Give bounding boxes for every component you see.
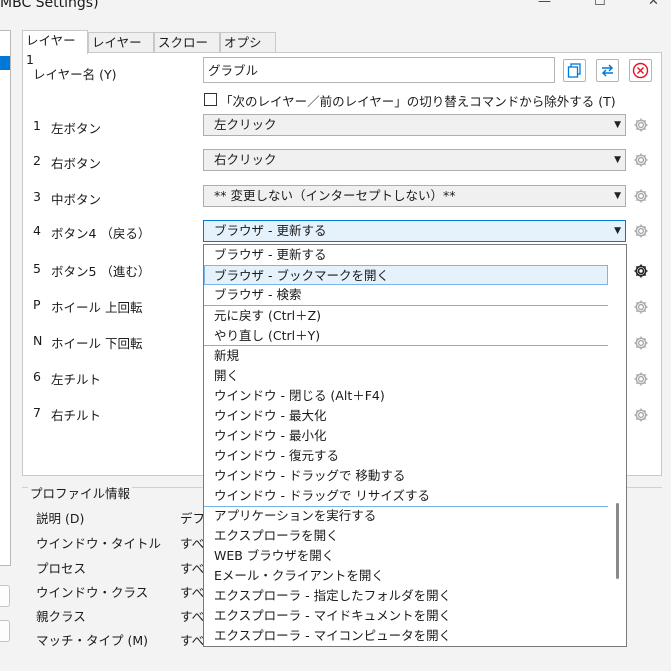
profile-process-value: すべ [180, 561, 205, 576]
layer-name-input[interactable]: グラブル [203, 57, 555, 83]
profile-match-type-value: すべ [180, 633, 205, 648]
swap-icon [601, 64, 614, 77]
chevron-down-icon: ▼ [614, 226, 621, 236]
delete-layer-button[interactable] [629, 59, 652, 82]
window-title: MBC Settings) [0, 0, 99, 11]
dropdown-item[interactable]: ウインドウ - ドラッグで リサイズする [204, 486, 608, 506]
button-2-number: 2 [33, 153, 41, 168]
copy-layer-button[interactable] [563, 59, 586, 82]
tab-options[interactable]: オプション [220, 32, 276, 69]
profile-list-selected-item[interactable] [0, 56, 10, 70]
gear-icon[interactable] [633, 335, 649, 351]
dropdown-item[interactable]: Eメール・クライアントを開く [204, 566, 608, 586]
exclude-checkbox[interactable] [204, 93, 217, 106]
gear-icon[interactable] [633, 117, 649, 133]
chevron-down-icon: ▼ [614, 155, 621, 165]
close-icon[interactable]: ✕ [648, 0, 659, 9]
profile-window-title-label: ウインドウ・タイトル [36, 536, 162, 551]
wheel-up-number: P [33, 297, 41, 312]
tilt-left-label: 左チルト [51, 372, 102, 387]
dropdown-item[interactable]: エクスプローラ - 指定したフォルダを開く [204, 586, 608, 606]
profile-window-class-value: すべ [180, 585, 205, 600]
exclude-label: 「次のレイヤー／前のレイヤー」の切り替えコマンドから除外する (T) [220, 94, 616, 109]
button-2-label: 右ボタン [51, 156, 102, 171]
dropdown-item[interactable]: 新規 [204, 346, 608, 366]
dropdown-item[interactable]: ウインドウ - 復元する [204, 446, 608, 466]
dropdown-scrollbar-thumb[interactable] [616, 503, 619, 579]
dropdown-item[interactable]: 開く [204, 366, 608, 386]
dropdown-item[interactable]: ブラウザ - 検索 [204, 285, 608, 305]
button-2-value: 右クリック [214, 152, 277, 167]
dropdown-scrollbar[interactable] [610, 245, 624, 646]
dropdown-item[interactable]: ウインドウ - ドラッグで 移動する [204, 466, 608, 486]
button-4-select[interactable]: ブラウザ - 更新する ▼ [203, 220, 626, 242]
title-bar: MBC Settings) — ☐ ✕ [0, 0, 671, 22]
tab-scroll[interactable]: スクロール [154, 32, 220, 69]
dropdown-item[interactable]: ウインドウ - 閉じる (Alt＋F4) [204, 386, 608, 406]
dropdown-item[interactable]: エクスプローラ - マイドキュメントを開く [204, 606, 608, 626]
button-3-label: 中ボタン [51, 192, 102, 207]
profile-match-type-label: マッチ・タイプ (M) [36, 633, 149, 648]
copy-icon [567, 63, 581, 78]
dropdown-item[interactable]: エクスプローラを開く [204, 526, 608, 546]
button-5-number: 5 [33, 261, 41, 276]
dropdown-item[interactable]: ウインドウ - 最小化 [204, 426, 608, 446]
button-1-number: 1 [33, 118, 41, 133]
delete-icon [632, 62, 649, 79]
tab-layer-1[interactable]: レイヤー 1 [22, 30, 88, 67]
tilt-left-number: 6 [33, 369, 41, 384]
profile-window-class-label: ウインドウ・クラス [36, 585, 149, 600]
button-5-label: ボタン5 （進む） [51, 264, 151, 279]
button-1-select[interactable]: 左クリック ▼ [203, 114, 626, 136]
button-4-value: ブラウザ - 更新する [214, 223, 327, 238]
button-4-number: 4 [33, 223, 41, 238]
dropdown-item[interactable]: ブラウザ - 更新する [204, 245, 608, 265]
dropdown-item[interactable]: ウインドウ - 最大化 [204, 406, 608, 426]
dropdown-item[interactable]: 元に戻す (Ctrl＋Z) [204, 306, 608, 326]
gear-icon[interactable] [633, 263, 649, 279]
chevron-down-icon: ▼ [614, 191, 621, 201]
wheel-down-label: ホイール 下回転 [51, 336, 143, 351]
tilt-right-label: 右チルト [51, 408, 102, 423]
profile-info-header: プロファイル情報 [28, 483, 133, 502]
minimize-icon[interactable]: — [538, 0, 551, 9]
button-3-value: ** 変更しない（インターセプトしない）** [214, 188, 456, 203]
wheel-up-label: ホイール 上回転 [51, 300, 143, 315]
chevron-down-icon: ▼ [614, 120, 621, 130]
profile-list[interactable] [0, 30, 11, 566]
gear-icon[interactable] [633, 299, 649, 315]
profile-process-label: プロセス [36, 561, 87, 576]
button-3-select[interactable]: ** 変更しない（インターセプトしない）** ▼ [203, 185, 626, 207]
swap-layer-button[interactable] [596, 59, 619, 82]
button-2-select[interactable]: 右クリック ▼ [203, 149, 626, 171]
dropdown-item[interactable]: WEB ブラウザを開く [204, 546, 608, 566]
profile-description-label: 説明 (D) [36, 511, 85, 526]
action-dropdown-list[interactable]: ブラウザ - 更新する ブラウザ - ブックマークを開く ブラウザ - 検索 元… [203, 244, 627, 647]
tilt-right-number: 7 [33, 405, 41, 420]
profile-add-button[interactable] [0, 585, 10, 607]
gear-icon[interactable] [633, 407, 649, 423]
gear-icon[interactable] [633, 152, 649, 168]
button-3-number: 3 [33, 189, 41, 204]
layer-name-label: レイヤー名 (Y) [33, 67, 117, 82]
dropdown-item[interactable]: エクスプローラ - マイコンピュータを開く [204, 626, 608, 646]
maximize-icon[interactable]: ☐ [594, 0, 606, 9]
dropdown-item[interactable]: アプリケーションを実行する [204, 506, 608, 526]
profile-parent-class-label: 親クラス [36, 609, 86, 624]
profile-remove-button[interactable] [0, 620, 10, 642]
profile-window-title-value: すべ [180, 536, 205, 551]
button-1-label: 左ボタン [51, 121, 102, 136]
button-4-label: ボタン4 （戻る） [51, 226, 151, 241]
dropdown-item[interactable]: やり直し (Ctrl＋Y) [204, 326, 608, 346]
gear-icon[interactable] [633, 371, 649, 387]
dropdown-item-highlighted[interactable]: ブラウザ - ブックマークを開く [204, 265, 608, 285]
gear-icon[interactable] [633, 188, 649, 204]
profile-parent-class-value: すべ [180, 609, 205, 624]
wheel-down-number: N [33, 333, 43, 348]
gear-icon[interactable] [633, 223, 649, 239]
tab-layer-2[interactable]: レイヤー 2 [88, 32, 154, 69]
button-1-value: 左クリック [214, 117, 277, 132]
